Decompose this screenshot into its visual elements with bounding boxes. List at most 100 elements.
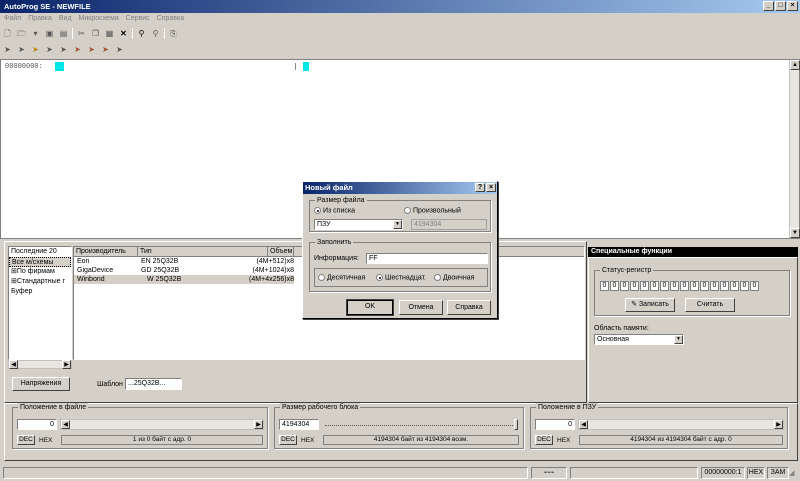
voltage-button[interactable]: Напряжения: [12, 377, 70, 391]
status-bit[interactable]: 0: [740, 281, 749, 291]
scroll-up-icon[interactable]: ▲: [790, 60, 800, 70]
menu-help[interactable]: Справка: [157, 15, 184, 22]
menu-chip[interactable]: Микросхема: [79, 15, 119, 22]
status-bit[interactable]: 0: [690, 281, 699, 291]
resize-grip-icon[interactable]: ◢: [789, 469, 794, 477]
block-dec-toggle[interactable]: DEC: [279, 435, 297, 445]
maximize-button[interactable]: □: [775, 1, 786, 11]
status-bit[interactable]: 0: [700, 281, 709, 291]
file-dec-toggle[interactable]: DEC: [17, 435, 35, 445]
dialog-close-button[interactable]: ×: [486, 183, 496, 192]
read-register-button[interactable]: Считать: [685, 298, 735, 312]
column-vendor[interactable]: Производитель: [74, 247, 138, 256]
status-bit[interactable]: 0: [630, 281, 639, 291]
status-bit[interactable]: 0: [610, 281, 619, 291]
tree-item-buffer[interactable]: Буфер: [9, 287, 71, 297]
column-size[interactable]: Объем: [268, 247, 294, 256]
new-file-icon[interactable]: 🗋: [2, 28, 13, 39]
status-bit[interactable]: 0: [710, 281, 719, 291]
from-list-radio[interactable]: Из списка: [314, 207, 355, 214]
scroll-right-icon[interactable]: ▶: [254, 420, 263, 429]
rom-position-scrollbar[interactable]: ◀ ▶: [578, 419, 784, 430]
chip-row-selected[interactable]: Winbond W 25Q32B (4M+4x256)x8: [74, 275, 294, 284]
open-file-icon[interactable]: 🗁: [16, 28, 27, 39]
save-icon[interactable]: ▣: [44, 28, 55, 39]
file-position-scrollbar[interactable]: ◀ ▶: [60, 419, 264, 430]
blank-check-icon[interactable]: ➤: [30, 44, 41, 55]
program-icon[interactable]: ➤: [58, 44, 69, 55]
file-position-input[interactable]: 0: [17, 419, 57, 430]
binary-radio[interactable]: Двоичная: [434, 274, 474, 281]
category-tree[interactable]: Последние 20 Все м/схемы ⊞По фирмам ⊞Ста…: [8, 246, 72, 360]
scroll-right-icon[interactable]: ▶: [774, 420, 783, 429]
menu-service[interactable]: Сервис: [126, 15, 150, 22]
scroll-down-icon[interactable]: ▼: [790, 228, 800, 238]
minimize-button[interactable]: _: [763, 1, 774, 11]
tree-item-recent[interactable]: Последние 20: [9, 247, 71, 257]
scroll-right-icon[interactable]: ▶: [62, 360, 71, 369]
block-size-slider-thumb[interactable]: [514, 419, 518, 430]
menu-edit[interactable]: Правка: [28, 15, 52, 22]
chevron-down-icon[interactable]: ▼: [674, 335, 683, 344]
paste-icon[interactable]: ▦: [104, 28, 115, 39]
memory-area-select[interactable]: Основная ▼: [594, 334, 684, 345]
status-bit[interactable]: 0: [650, 281, 659, 291]
copy-icon[interactable]: ❐: [90, 28, 101, 39]
tree-item-vendors[interactable]: ⊞По фирмам: [9, 267, 71, 277]
column-type[interactable]: Тип: [138, 247, 268, 256]
hex-radio[interactable]: Шестнадцат.: [376, 274, 426, 281]
file-hex-toggle[interactable]: HEX: [39, 437, 52, 444]
status-empty: [570, 467, 698, 479]
block-size-slider-track[interactable]: [325, 425, 515, 426]
cut-icon[interactable]: ✂: [76, 28, 87, 39]
status-bit[interactable]: 0: [680, 281, 689, 291]
tree-horizontal-scrollbar[interactable]: ◀ ▶: [8, 360, 72, 369]
decimal-radio[interactable]: Десятичная: [318, 274, 365, 281]
arbitrary-radio[interactable]: Произвольный: [404, 207, 461, 214]
close-button[interactable]: ×: [787, 1, 798, 11]
chevron-down-icon[interactable]: ▼: [393, 220, 402, 229]
status-bit[interactable]: 0: [670, 281, 679, 291]
scroll-left-icon[interactable]: ◀: [579, 420, 588, 429]
status-bit[interactable]: 0: [660, 281, 669, 291]
status-bit[interactable]: 0: [600, 281, 609, 291]
menu-file[interactable]: Файл: [4, 15, 21, 22]
tree-item-all[interactable]: Все м/схемы: [9, 257, 71, 267]
ok-button[interactable]: OK: [346, 299, 394, 316]
menu-view[interactable]: Вид: [59, 15, 72, 22]
tree-item-standard[interactable]: ⊞Стандартные г: [9, 277, 71, 287]
dialog-help-button[interactable]: ?: [475, 183, 485, 192]
info-input[interactable]: FF: [366, 253, 488, 264]
rom-position-input[interactable]: 0: [535, 419, 575, 430]
delete-icon[interactable]: ✕: [118, 28, 129, 39]
dropdown-arrow-icon[interactable]: ▾: [30, 28, 41, 39]
cancel-button[interactable]: Отмена: [399, 300, 443, 315]
block-size-input[interactable]: 4194304: [279, 419, 319, 430]
goto-icon[interactable]: ⎘: [168, 28, 179, 39]
status-bit[interactable]: 0: [640, 281, 649, 291]
status-bit[interactable]: 0: [720, 281, 729, 291]
hex-vertical-scrollbar[interactable]: ▲ ▼: [789, 60, 800, 238]
verify-chip-icon[interactable]: ➤: [16, 44, 27, 55]
scroll-left-icon[interactable]: ◀: [9, 360, 18, 369]
template-input[interactable]: ...25Q32B...: [125, 378, 182, 390]
write-register-button[interactable]: ✎ Записать: [625, 298, 675, 312]
status-bit[interactable]: 0: [620, 281, 629, 291]
auto-icon[interactable]: ➤: [100, 44, 111, 55]
save-as-icon[interactable]: ▤: [58, 28, 69, 39]
status-bit[interactable]: 0: [730, 281, 739, 291]
help-button[interactable]: Справка: [447, 300, 491, 315]
write-chip-icon[interactable]: ➤: [86, 44, 97, 55]
block-hex-toggle[interactable]: HEX: [301, 437, 314, 444]
compare-icon[interactable]: ➤: [44, 44, 55, 55]
chip-settings-icon[interactable]: ➤: [114, 44, 125, 55]
find-icon[interactable]: ⚲: [136, 28, 147, 39]
status-bit[interactable]: 0: [750, 281, 759, 291]
scroll-left-icon[interactable]: ◀: [61, 420, 70, 429]
find-next-icon[interactable]: ⚲: [150, 28, 161, 39]
erase-icon[interactable]: ➤: [72, 44, 83, 55]
rom-hex-toggle[interactable]: HEX: [557, 437, 570, 444]
size-list-select[interactable]: ПЗУ ▼: [314, 219, 403, 230]
read-chip-icon[interactable]: ➤: [2, 44, 13, 55]
rom-dec-toggle[interactable]: DEC: [535, 435, 553, 445]
